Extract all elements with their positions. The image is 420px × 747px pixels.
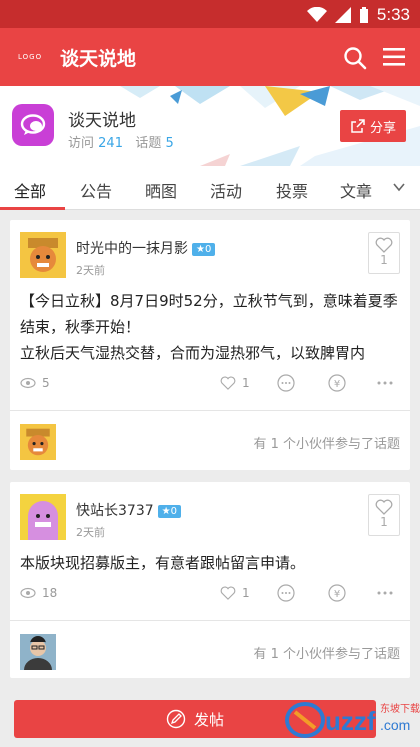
eye-icon	[20, 587, 36, 599]
heart-icon	[220, 376, 236, 390]
svg-text:¥: ¥	[334, 589, 340, 600]
participants-row[interactable]: 有 1 个小伙伴参与了话题	[10, 414, 410, 468]
like-button[interactable]: 1	[368, 494, 400, 536]
forum-avatar	[12, 104, 54, 146]
tab-votes[interactable]: 投票	[276, 178, 308, 202]
author-name[interactable]: 快站长3737 ★0	[76, 500, 181, 520]
wifi-icon	[306, 7, 327, 22]
participant-avatar	[20, 424, 56, 460]
app-bar: LOGO 谈天说地	[0, 28, 420, 86]
reward-icon[interactable]: ¥	[328, 584, 346, 602]
tab-articles[interactable]: 文章	[340, 178, 372, 202]
like-button[interactable]: 1	[368, 232, 400, 274]
heart-icon	[220, 586, 236, 600]
share-button[interactable]: 分享	[340, 110, 406, 142]
post-content[interactable]: 本版块现招募版主，有意者跟帖留言申请。	[20, 550, 404, 576]
heart-icon	[375, 237, 393, 253]
avatar	[20, 232, 66, 278]
search-icon[interactable]	[342, 45, 368, 71]
tab-all[interactable]: 全部	[14, 178, 46, 202]
comment-icon[interactable]	[277, 584, 295, 602]
active-tab-indicator	[0, 207, 65, 210]
tab-photos[interactable]: 晒图	[145, 178, 177, 202]
svg-text:uzzf: uzzf	[325, 706, 376, 736]
svg-text:东坡下载: 东坡下载	[380, 702, 420, 715]
divider	[10, 620, 410, 621]
chat-bubble-icon	[20, 114, 46, 135]
post-meta: 5 1 ¥	[10, 374, 410, 396]
author-name[interactable]: 时光中的一抹月影 ★0	[76, 238, 216, 258]
avatar	[20, 494, 66, 540]
like-count[interactable]: 1	[220, 376, 250, 390]
like-count[interactable]: 1	[220, 586, 250, 600]
page-title: 谈天说地	[60, 48, 137, 70]
category-tabs: 全部 公告 晒图 活动 投票 文章	[0, 166, 420, 210]
menu-icon[interactable]	[382, 46, 406, 68]
participants-row[interactable]: 有 1 个小伙伴参与了话题	[10, 624, 410, 678]
forum-stats: 访问 241 话题 5	[68, 136, 174, 151]
participant-avatar	[20, 634, 56, 670]
heart-icon	[375, 499, 393, 515]
comment-icon[interactable]	[277, 374, 295, 392]
view-count: 5	[20, 376, 50, 390]
tab-announcements[interactable]: 公告	[80, 178, 112, 202]
visit-count: 241	[98, 136, 123, 151]
divider	[10, 410, 410, 411]
status-bar: 5:33	[0, 0, 420, 28]
post-time: 2天前	[76, 526, 105, 539]
edit-icon	[166, 709, 186, 729]
post-meta: 18 1 ¥	[10, 584, 410, 606]
share-icon	[351, 119, 365, 133]
tab-events[interactable]: 活动	[210, 178, 242, 202]
level-badge: ★0	[157, 504, 181, 518]
more-options-icon[interactable]	[376, 374, 394, 392]
eye-icon	[20, 377, 36, 389]
signal-icon	[334, 7, 351, 23]
forum-name: 谈天说地	[68, 111, 136, 131]
level-badge: ★0	[192, 242, 216, 256]
participants-text: 有 1 个小伙伴参与了话题	[253, 647, 400, 662]
view-count: 18	[20, 586, 57, 600]
post-card[interactable]: 时光中的一抹月影 ★0 2天前 1 【今日立秋】8月7日9时52分，立秋节气到，意…	[10, 220, 410, 470]
clock-time: 5:33	[376, 5, 410, 24]
more-options-icon[interactable]	[376, 584, 394, 602]
topic-count: 5	[165, 136, 174, 151]
watermark-logo: uzzf 东坡下载 .com	[285, 702, 420, 738]
svg-text:¥: ¥	[334, 379, 340, 390]
logo: LOGO	[18, 53, 43, 61]
post-card[interactable]: 快站长3737 ★0 2天前 1 本版块现招募版主，有意者跟帖留言申请。 18 1…	[10, 482, 410, 678]
svg-text:.com: .com	[380, 717, 410, 733]
chevron-down-icon[interactable]	[392, 180, 406, 194]
post-time: 2天前	[76, 264, 105, 277]
post-content[interactable]: 【今日立秋】8月7日9时52分，立秋节气到，意味着夏季结束，秋季开始！ 立秋后天气…	[20, 288, 404, 366]
participants-text: 有 1 个小伙伴参与了话题	[253, 437, 400, 452]
battery-icon	[359, 7, 368, 23]
reward-icon[interactable]: ¥	[328, 374, 346, 392]
